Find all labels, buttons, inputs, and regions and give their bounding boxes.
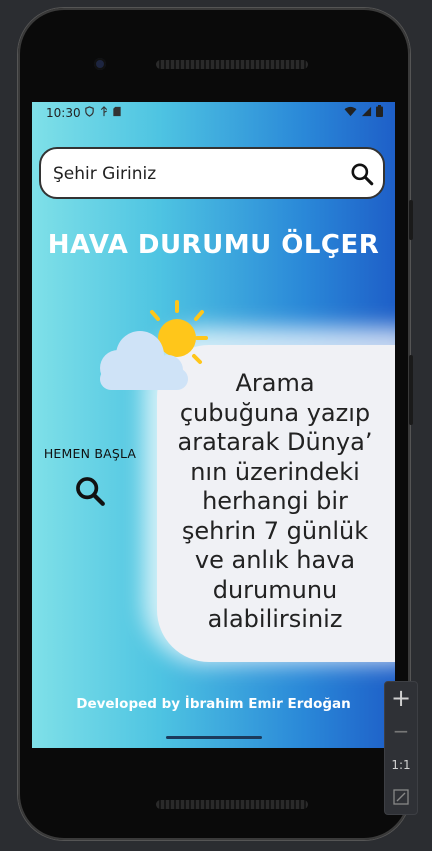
info-line: ve anlık hava bbox=[194, 546, 356, 574]
info-line: durumunu bbox=[212, 575, 338, 604]
city-search-bar bbox=[39, 147, 385, 199]
front-camera bbox=[94, 58, 106, 70]
city-search-input[interactable] bbox=[51, 159, 345, 189]
volume-button bbox=[409, 355, 413, 425]
status-time: 10:30 bbox=[46, 106, 81, 120]
signal-icon bbox=[361, 106, 372, 116]
power-button bbox=[409, 200, 413, 240]
info-line: nın üzerindeki bbox=[190, 457, 360, 486]
start-label: HEMEN BAŞLA bbox=[43, 446, 137, 461]
info-text: Arama çubuğuna yazıp aratarak Dünya’ nın… bbox=[157, 369, 393, 635]
app-screen: 10:30 HAVA DURUMU ÖLÇER Arama çubuğuna y… bbox=[32, 102, 395, 748]
developer-credit: Developed by İbrahim Emir Erdoğan bbox=[76, 696, 351, 712]
shield-icon bbox=[85, 106, 94, 117]
sd-card-icon bbox=[113, 106, 121, 117]
info-line: alabilirsiniz bbox=[207, 605, 343, 633]
status-left-icons bbox=[84, 106, 122, 120]
search-icon[interactable] bbox=[349, 161, 375, 187]
status-right-icons bbox=[344, 105, 383, 117]
partly-cloudy-icon bbox=[100, 300, 208, 390]
info-line: herhangi bir bbox=[202, 487, 348, 515]
app-title: HAVA DURUMU ÖLÇER bbox=[47, 230, 380, 260]
zoom-out-button[interactable]: − bbox=[385, 719, 417, 743]
info-line: aratarak Dünya’ bbox=[177, 428, 373, 456]
fit-screen-icon[interactable] bbox=[393, 789, 409, 805]
home-indicator[interactable] bbox=[166, 736, 262, 739]
info-line: şehrin 7 günlük bbox=[181, 516, 369, 545]
battery-icon bbox=[376, 105, 383, 117]
wifi-icon bbox=[344, 106, 357, 116]
top-speaker bbox=[156, 60, 308, 69]
search-icon[interactable] bbox=[73, 474, 107, 508]
info-line: çubuğuna yazıp bbox=[179, 398, 371, 427]
emulator-zoom-panel: + − 1:1 bbox=[384, 681, 418, 815]
zoom-in-button[interactable]: + bbox=[385, 684, 417, 712]
status-bar: 10:30 bbox=[32, 102, 395, 124]
usb-icon bbox=[100, 106, 107, 117]
zoom-ratio-button[interactable]: 1:1 bbox=[385, 758, 417, 772]
bottom-speaker bbox=[156, 800, 308, 809]
